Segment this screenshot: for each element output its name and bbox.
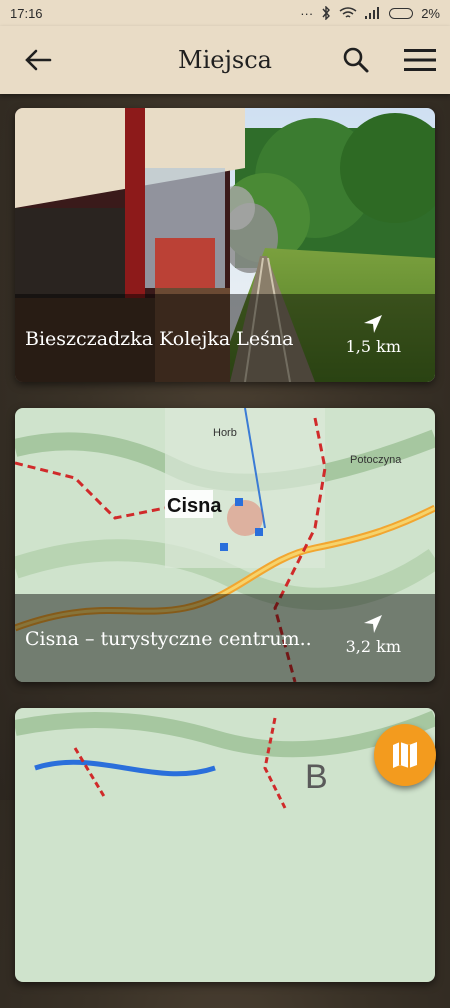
- battery-icon: [389, 7, 414, 19]
- status-icons: ··· 2%: [300, 6, 440, 21]
- map-letter-label: B: [305, 758, 328, 796]
- map-icon: [393, 742, 417, 768]
- battery-level: 2%: [421, 5, 440, 21]
- places-list: Bieszczadzka Kolejka Leśna 1,5 km Cisna …: [15, 108, 435, 1008]
- place-map-image: B: [15, 708, 435, 982]
- place-card[interactable]: B: [15, 708, 435, 982]
- place-title: Cisna – turystyczne centrum..: [25, 628, 312, 650]
- place-distance: 3,2 km: [345, 637, 401, 656]
- dots-icon: ···: [300, 5, 314, 21]
- navigation-arrow-icon: [364, 615, 382, 633]
- map-view-button[interactable]: [374, 724, 436, 786]
- wifi-icon: [339, 6, 357, 18]
- navigation-arrow-icon: [364, 315, 382, 333]
- map-town-label: Cisna: [167, 495, 222, 517]
- hamburger-icon: [404, 49, 436, 71]
- place-card[interactable]: Bieszczadzka Kolejka Leśna 1,5 km: [15, 108, 435, 382]
- signal-icon: [365, 7, 380, 19]
- status-time: 17:16: [10, 5, 43, 21]
- search-button[interactable]: [336, 40, 376, 80]
- search-icon: [343, 47, 369, 73]
- menu-button[interactable]: [400, 40, 440, 80]
- bluetooth-icon: [322, 6, 331, 20]
- map-peak-label: Horb: [213, 427, 237, 439]
- place-distance: 1,5 km: [345, 337, 401, 356]
- status-bar: 17:16 ··· 2%: [0, 0, 450, 26]
- place-card[interactable]: Cisna Horb Potoczyna Cisna – turystyczne…: [15, 408, 435, 682]
- page-title: Miejsca: [178, 46, 272, 74]
- map-place-label: Potoczyna: [350, 454, 402, 466]
- app-bar: Miejsca: [0, 26, 450, 94]
- place-title: Bieszczadzka Kolejka Leśna: [25, 328, 294, 350]
